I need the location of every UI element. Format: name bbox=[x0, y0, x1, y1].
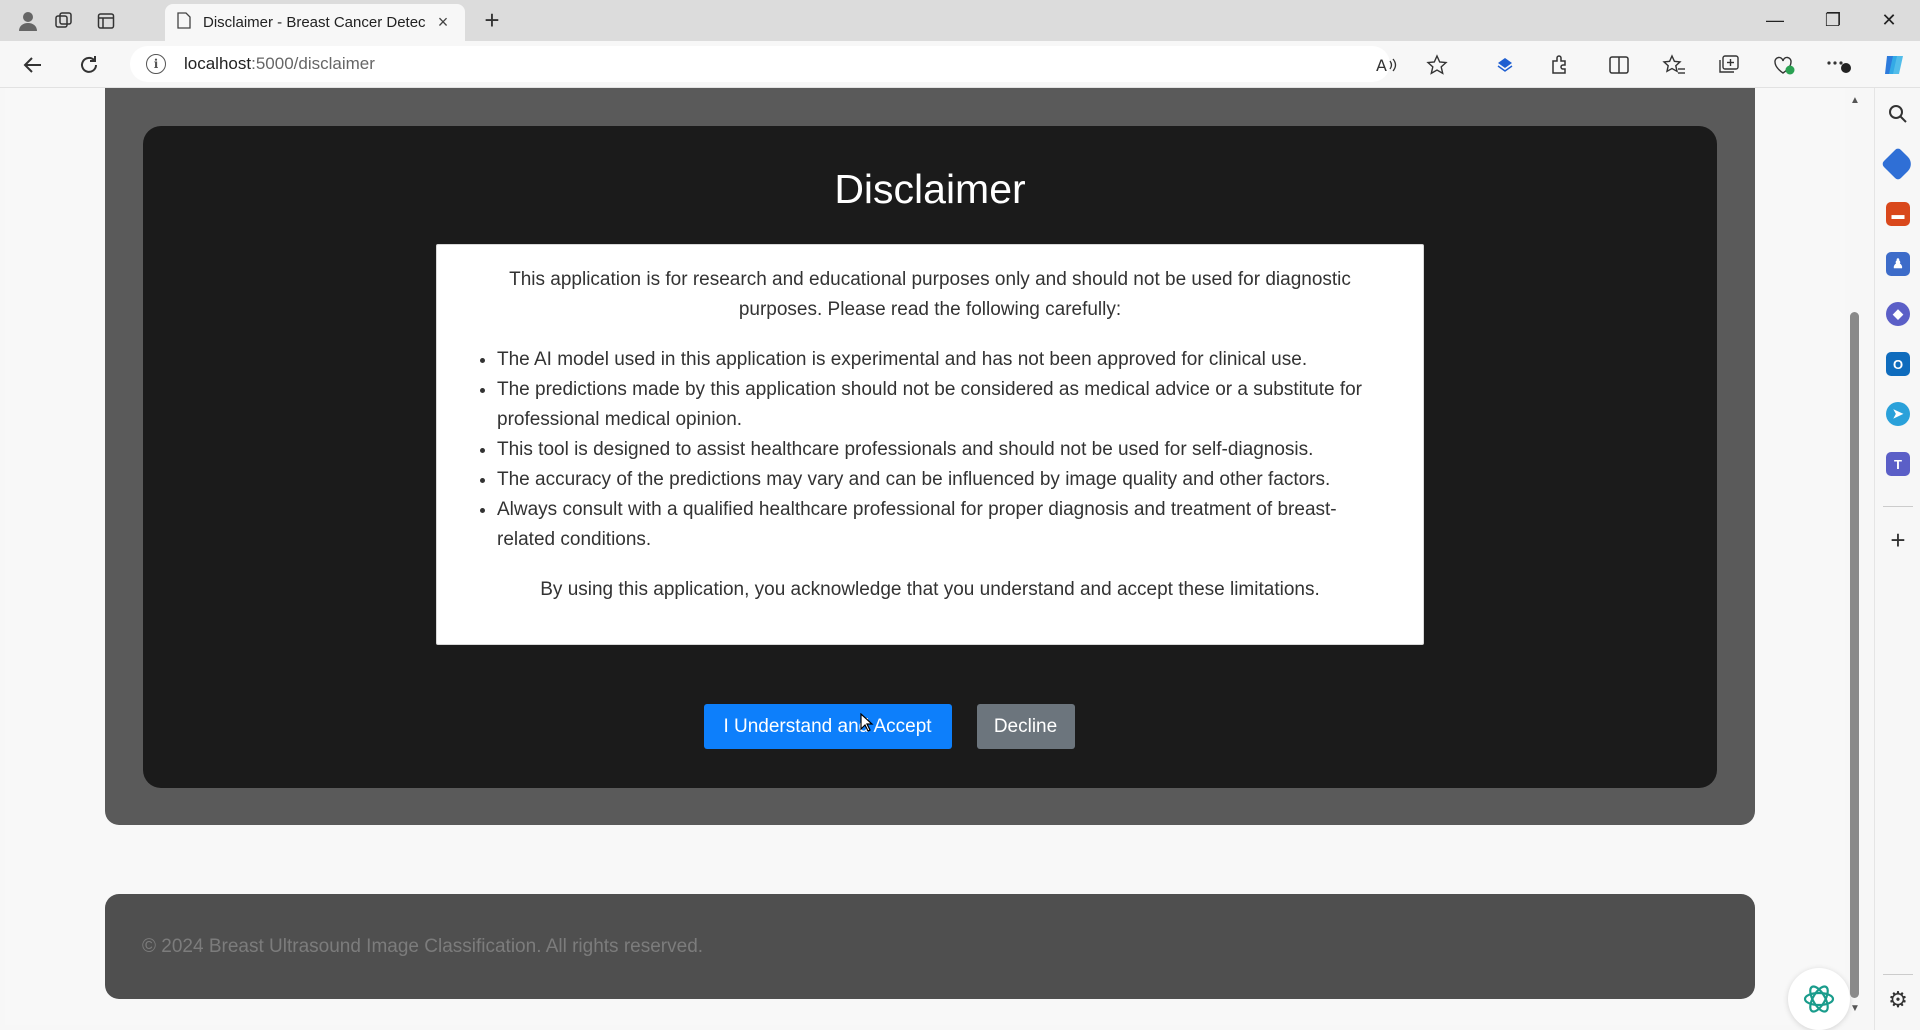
tab-disclaimer[interactable]: Disclaimer - Breast Cancer Detec × bbox=[165, 4, 465, 41]
refresh-icon[interactable] bbox=[74, 50, 104, 80]
list-item: This tool is designed to assist healthca… bbox=[497, 435, 1385, 465]
footer-copyright: © 2024 Breast Ultrasound Image Classific… bbox=[142, 936, 704, 957]
disclaimer-outro: By using this application, you acknowled… bbox=[540, 579, 1320, 600]
workspaces-icon[interactable] bbox=[50, 8, 78, 34]
tools-icon[interactable]: ▬ bbox=[1886, 202, 1910, 226]
new-tab-button[interactable]: + bbox=[478, 7, 506, 35]
scroll-up-icon[interactable]: ▲ bbox=[1848, 95, 1862, 106]
info-icon[interactable]: i bbox=[146, 54, 166, 74]
disclaimer-card: Disclaimer This application is for resea… bbox=[143, 126, 1717, 788]
restore-button[interactable]: ❐ bbox=[1810, 6, 1856, 34]
settings-icon[interactable]: ⚙ bbox=[1886, 987, 1910, 1012]
action-buttons: I Understand and Accept Decline bbox=[143, 704, 1717, 749]
close-window-button[interactable]: ✕ bbox=[1866, 6, 1912, 34]
favorites-icon[interactable] bbox=[1661, 53, 1687, 77]
url-field[interactable]: i localhost:5000/disclaimer bbox=[130, 46, 1390, 82]
profile-icon[interactable] bbox=[14, 8, 42, 34]
browser-essentials-icon[interactable] bbox=[1492, 53, 1518, 77]
url-host: localhost bbox=[184, 54, 252, 73]
page-icon bbox=[177, 12, 191, 33]
list-item: The AI model used in this application is… bbox=[497, 345, 1385, 375]
copilot-icon[interactable] bbox=[1881, 53, 1907, 77]
url-path: :5000/disclaimer bbox=[251, 54, 375, 73]
read-aloud-icon[interactable]: A bbox=[1374, 53, 1400, 77]
sidebar-divider bbox=[1883, 506, 1913, 507]
tab-bar: Disclaimer - Breast Cancer Detec × + — ❐… bbox=[0, 0, 1920, 41]
page-title: Disclaimer bbox=[834, 166, 1026, 212]
accept-button[interactable]: I Understand and Accept bbox=[703, 704, 952, 749]
page-viewport: Disclaimer This application is for resea… bbox=[5, 88, 1850, 1030]
search-icon[interactable] bbox=[1886, 102, 1910, 126]
extensions-icon[interactable] bbox=[1546, 53, 1572, 77]
games-icon[interactable]: ♟ bbox=[1886, 252, 1910, 276]
list-item: The predictions made by this application… bbox=[497, 375, 1385, 435]
svg-text:A: A bbox=[1376, 56, 1387, 74]
list-item: The accuracy of the predictions may vary… bbox=[497, 465, 1385, 495]
copilot-floating-button[interactable] bbox=[1788, 968, 1850, 1030]
add-icon[interactable]: + bbox=[1886, 525, 1910, 555]
address-bar: i localhost:5000/disclaimer A bbox=[0, 41, 1920, 88]
tab-title: Disclaimer - Breast Cancer Detec bbox=[203, 14, 426, 31]
telegram-icon[interactable]: ➤ bbox=[1886, 402, 1910, 426]
collections-icon[interactable] bbox=[1716, 53, 1742, 77]
outlook-icon[interactable]: O bbox=[1886, 352, 1910, 376]
microsoft365-icon[interactable]: ◆ bbox=[1886, 302, 1910, 326]
browser-sidebar: ▬ ♟ ◆ O ➤ T + ⚙ bbox=[1874, 88, 1920, 1030]
openai-icon bbox=[1803, 985, 1835, 1013]
close-tab-icon[interactable]: × bbox=[433, 12, 453, 33]
sidebar-divider bbox=[1883, 974, 1913, 975]
mouse-cursor-icon bbox=[860, 712, 874, 733]
back-icon[interactable] bbox=[18, 50, 48, 80]
footer: © 2024 Breast Ultrasound Image Classific… bbox=[105, 894, 1755, 999]
favorite-star-icon[interactable] bbox=[1424, 53, 1450, 77]
disclaimer-text-box: This application is for research and edu… bbox=[436, 244, 1424, 645]
decline-button[interactable]: Decline bbox=[976, 704, 1075, 749]
disclaimer-points: The AI model used in this application is… bbox=[475, 345, 1385, 555]
performance-icon[interactable] bbox=[1771, 53, 1797, 77]
teams-icon[interactable]: T bbox=[1886, 452, 1910, 476]
list-item: Always consult with a qualified healthca… bbox=[497, 495, 1385, 555]
vertical-tabs-icon[interactable] bbox=[92, 8, 120, 34]
minimize-button[interactable]: — bbox=[1752, 6, 1798, 34]
split-screen-icon[interactable] bbox=[1606, 53, 1632, 77]
disclaimer-intro: This application is for research and edu… bbox=[509, 269, 1351, 320]
scrollbar-thumb[interactable] bbox=[1850, 312, 1859, 998]
more-options-icon[interactable] bbox=[1826, 53, 1852, 77]
scroll-down-icon[interactable]: ▼ bbox=[1848, 1003, 1862, 1014]
shopping-tag-icon[interactable] bbox=[1881, 147, 1915, 181]
